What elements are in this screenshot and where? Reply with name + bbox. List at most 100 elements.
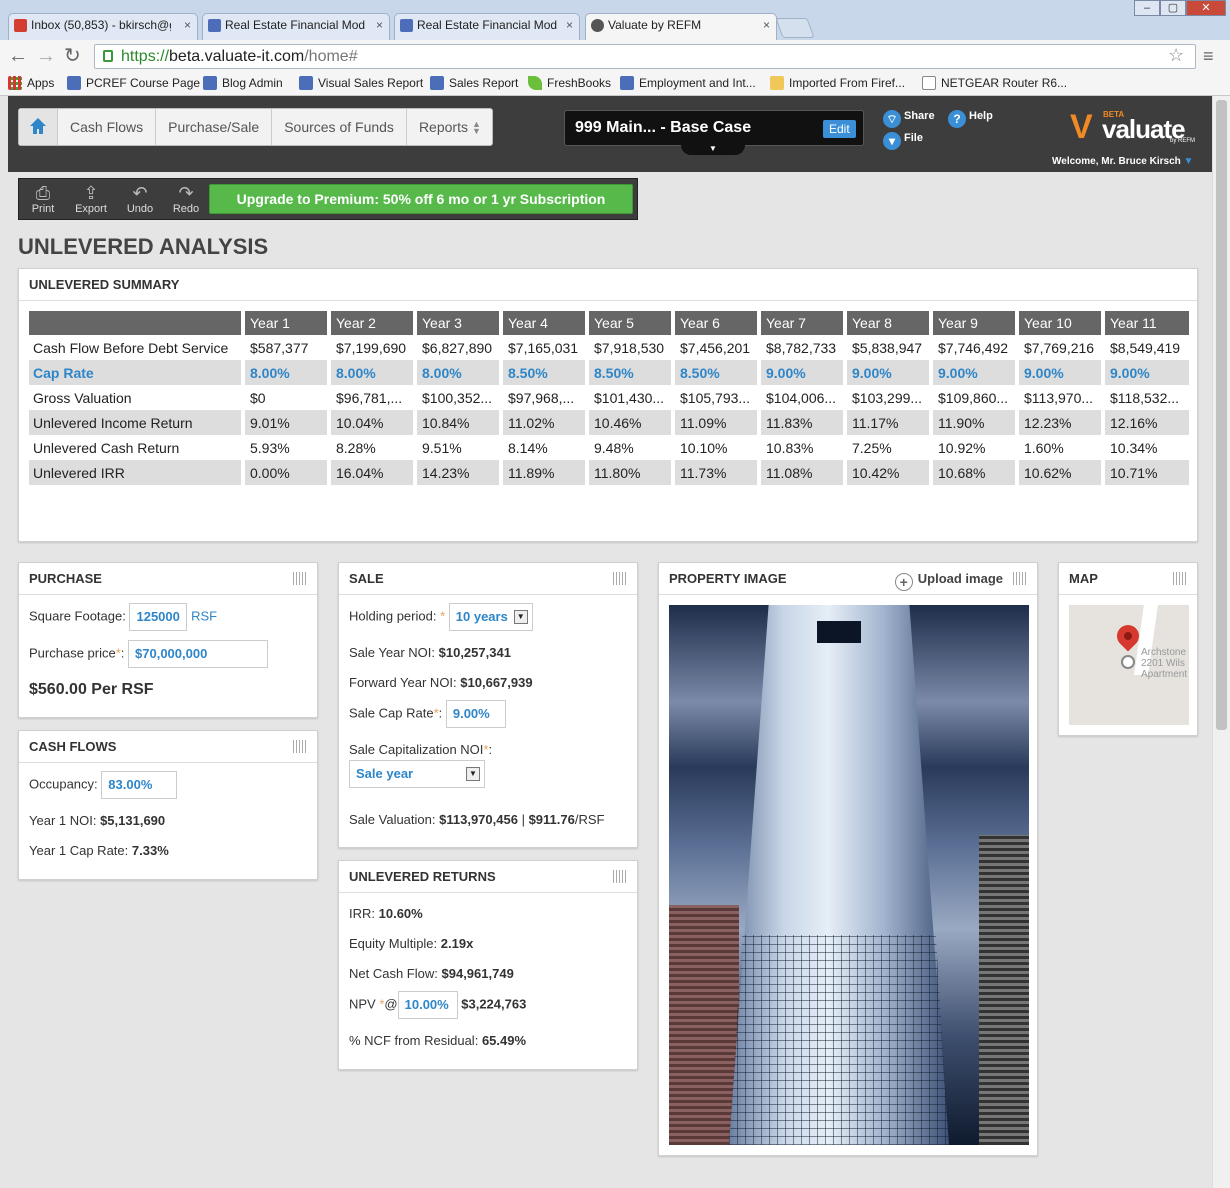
print-button[interactable]: ⎙ Print: [21, 183, 65, 215]
close-tab-icon[interactable]: ×: [184, 18, 191, 32]
drag-handle-icon[interactable]: [613, 870, 627, 883]
bookmark-item[interactable]: Blog Admin: [203, 76, 283, 90]
bookmark-folder[interactable]: Imported From Firef...: [770, 76, 905, 90]
bookmark-item[interactable]: PCREF Course Page: [67, 76, 200, 90]
drag-handle-icon[interactable]: [1013, 572, 1027, 585]
nav-cash-flows[interactable]: Cash Flows: [57, 109, 155, 145]
table-cell: $101,430...: [594, 389, 665, 406]
new-tab-button[interactable]: [775, 18, 815, 38]
forward-arrow-icon[interactable]: →: [36, 45, 56, 67]
scenario-selector[interactable]: 999 Main... - Base Case Edit ▼: [564, 110, 864, 155]
drag-handle-icon[interactable]: [613, 572, 627, 585]
share-link[interactable]: ⌔ Share: [883, 110, 935, 128]
edit-scenario-button[interactable]: Edit: [823, 120, 856, 138]
scrollbar-thumb[interactable]: [1216, 100, 1227, 730]
bookmark-item[interactable]: FreshBooks: [528, 76, 611, 90]
table-cell: 11.90%: [931, 410, 1017, 435]
property-map[interactable]: Archstone 2201 Wils Apartment: [1069, 605, 1189, 725]
table-cell: 11.80%: [587, 460, 673, 485]
table-cell: 9.51%: [422, 439, 462, 456]
table-cell: $587,377: [250, 339, 309, 356]
upgrade-button[interactable]: Upgrade to Premium: 50% off 6 mo or 1 yr…: [209, 184, 633, 214]
close-tab-icon[interactable]: ×: [566, 18, 573, 32]
page-scrollbar[interactable]: [1212, 96, 1230, 1188]
address-bar[interactable]: https://beta.valuate-it.com/home#: [94, 44, 1196, 69]
home-button[interactable]: [19, 109, 57, 145]
year1-cap-rate-row: Year 1 Cap Rate: 7.33%: [29, 843, 169, 858]
table-cell: 10.68%: [931, 460, 1017, 485]
plus-icon: +: [894, 573, 913, 591]
chevron-down-icon: ▼: [513, 610, 528, 624]
table-cell: 8.00%: [415, 360, 501, 385]
upload-image-button[interactable]: + Upload image: [894, 563, 1003, 595]
table-cell: $6,827,890: [422, 339, 493, 356]
maximize-button[interactable]: ▢: [1160, 0, 1186, 16]
bookmark-item[interactable]: Visual Sales Report: [299, 76, 423, 90]
map-panel: MAP Archstone 2201 Wils Apartment: [1058, 562, 1198, 736]
sale-valuation-row: Sale Valuation: $113,970,456 | $911.76/R…: [349, 812, 605, 827]
drag-handle-icon[interactable]: [293, 740, 307, 753]
sale-cap-rate-input[interactable]: 9.00%: [445, 700, 506, 728]
close-tab-icon[interactable]: ×: [376, 18, 383, 32]
panel-header: SALE: [339, 563, 637, 595]
purchase-price-input[interactable]: $70,000,000: [128, 640, 269, 668]
row-label: Gross Valuation: [33, 389, 132, 406]
table-cell: 11.08%: [759, 460, 845, 485]
main-nav: Cash Flows Purchase/Sale Sources of Fund…: [18, 108, 493, 146]
browser-tab[interactable]: Real Estate Financial Mode ×: [394, 13, 580, 40]
undo-button[interactable]: ↶ Undo: [118, 183, 162, 215]
bookmark-item[interactable]: NETGEAR Router R6...: [922, 76, 1067, 90]
close-window-button[interactable]: ✕: [1186, 0, 1226, 16]
ncf-residual-row: % NCF from Residual: 65.49%: [349, 1033, 527, 1048]
nav-reports[interactable]: Reports ▲ ▼: [405, 109, 492, 145]
drag-handle-icon[interactable]: [1173, 572, 1187, 585]
holding-period-row: Holding period: * 10 years ▼: [349, 603, 533, 631]
table-cell: $103,299...: [852, 389, 923, 406]
browser-tab[interactable]: Inbox (50,853) - bkirsch@g ×: [8, 13, 198, 40]
drag-handle-icon[interactable]: [293, 572, 307, 585]
column-header: Year 5: [585, 311, 673, 335]
table-cell: $5,838,947: [852, 339, 923, 356]
npv-rate-input[interactable]: 10.00%: [397, 991, 458, 1019]
table-cell: $0: [250, 389, 266, 406]
panel-header: CASH FLOWS: [19, 731, 317, 763]
help-link[interactable]: ? Help: [948, 110, 993, 128]
browser-tab[interactable]: Real Estate Financial Mode ×: [202, 13, 390, 40]
welcome-menu[interactable]: Welcome, Mr. Bruce Kirsch ▼: [1052, 156, 1193, 167]
sale-cap-noi-label: Sale Capitalization NOI*:: [349, 742, 493, 757]
bookmark-apps[interactable]: Apps: [8, 76, 54, 90]
redo-button[interactable]: ↷ Redo: [164, 183, 208, 215]
table-cell: 0.00%: [243, 460, 329, 485]
back-arrow-icon[interactable]: ←: [8, 45, 28, 67]
table-cell: $97,968,...: [508, 389, 575, 406]
table-row: Gross Valuation $0 $96,781,... $100,352... $…: [29, 385, 1189, 410]
holding-period-select[interactable]: 10 years ▼: [448, 603, 533, 631]
sale-cap-noi-select[interactable]: Sale year ▼: [349, 760, 485, 788]
table-header-blank: [29, 311, 243, 335]
table-row: Unlevered Income Return 9.01% 10.04% 10.84%…: [29, 410, 1189, 435]
page-title: UNLEVERED ANALYSIS: [18, 234, 269, 259]
export-button[interactable]: ⇪ Export: [69, 183, 113, 215]
menu-icon[interactable]: ≡: [1203, 46, 1214, 67]
occupancy-input[interactable]: 83.00%: [101, 771, 178, 799]
sale-cap-rate-row: Sale Cap Rate*: 9.00%: [349, 700, 506, 728]
column-header: Year 3: [413, 311, 501, 335]
square-footage-input[interactable]: 125000: [129, 603, 188, 631]
reload-icon[interactable]: ↻: [64, 45, 81, 67]
bookmark-item[interactable]: Employment and Int...: [620, 76, 756, 90]
browser-tab-active[interactable]: Valuate by REFM ×: [585, 13, 777, 41]
scenario-expand-icon[interactable]: ▼: [681, 145, 745, 155]
close-tab-icon[interactable]: ×: [763, 18, 770, 32]
table-cell: 9.48%: [594, 439, 634, 456]
bookmark-item[interactable]: Sales Report: [430, 76, 518, 90]
help-icon: ?: [948, 110, 966, 128]
nav-sources-of-funds[interactable]: Sources of Funds: [271, 109, 406, 145]
nav-purchase-sale[interactable]: Purchase/Sale: [155, 109, 271, 145]
chevron-down-icon: ▼: [1183, 156, 1194, 167]
minimize-button[interactable]: ‒: [1134, 0, 1160, 16]
table-row: Cap Rate 8.00% 8.00% 8.00% 8.50% 8.50% 8.50% 9.…: [29, 360, 1189, 385]
bookmark-star-icon[interactable]: ☆: [1168, 45, 1184, 66]
unlevered-returns-panel: UNLEVERED RETURNS IRR: 10.60% Equity Mul…: [338, 860, 638, 1070]
table-cell: 9.00%: [931, 360, 1017, 385]
file-menu[interactable]: ▾ File: [883, 132, 923, 150]
